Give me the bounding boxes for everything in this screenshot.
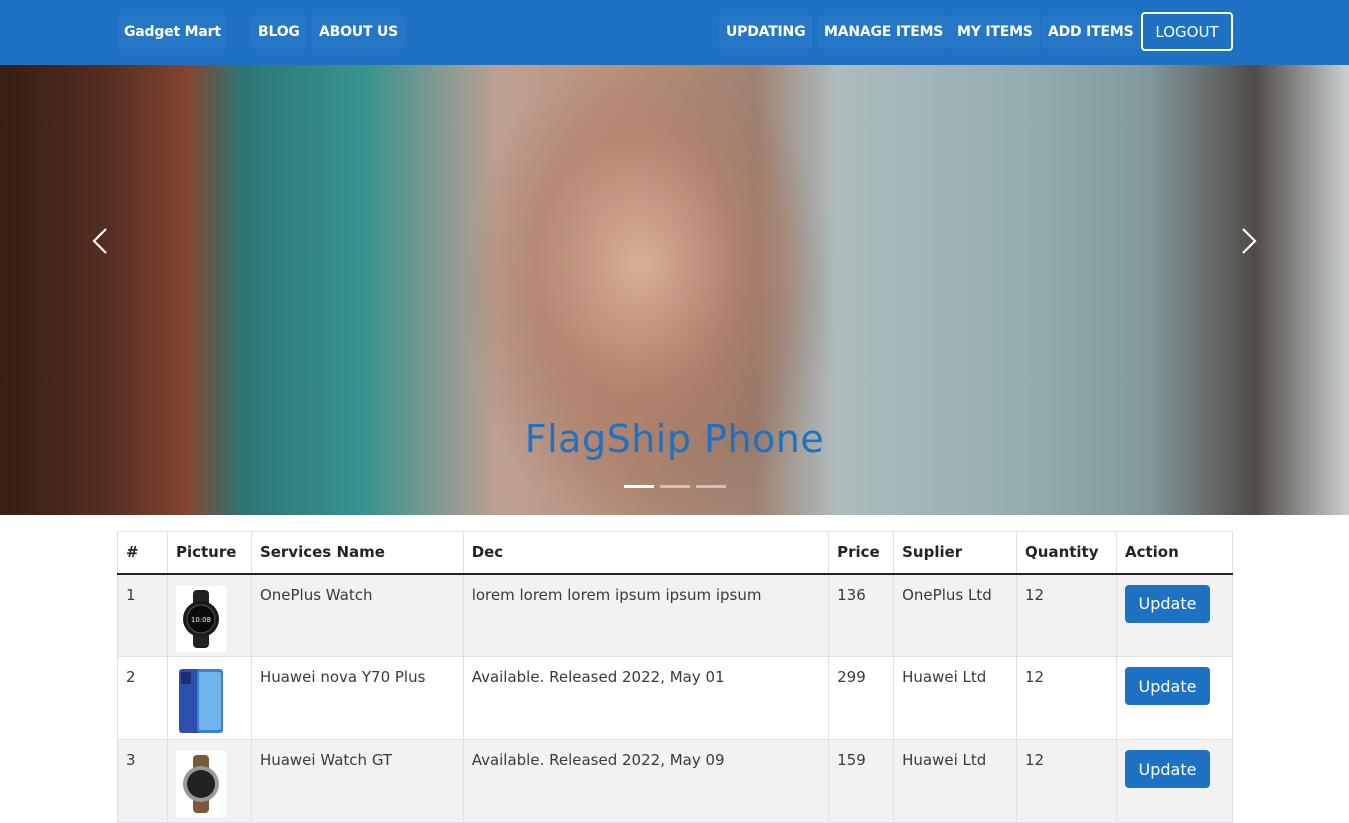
cell-services-name: Huawei nova Y70 Plus: [250, 656, 464, 740]
header-action: Action: [1115, 531, 1234, 575]
navbar: Gadget Mart BLOG ABOUT US UPDATING MANAG…: [0, 0, 1349, 65]
cell-services-name: Huawei Watch GT: [250, 739, 464, 823]
nav-link-manage-items[interactable]: MANAGE ITEMS: [817, 15, 951, 49]
update-button[interactable]: Update: [1124, 667, 1210, 705]
nav-link-about-us[interactable]: ABOUT US: [312, 15, 406, 49]
table-row: 3 Huawei Watch GT Available. Released 20…: [117, 739, 1234, 823]
header-number: #: [117, 531, 168, 575]
cell-quantity: 12: [1016, 656, 1117, 740]
header-picture: Picture: [166, 531, 252, 575]
hero-carousel: FlagShip Phone: [0, 65, 1349, 515]
carousel-indicator-3[interactable]: [696, 485, 726, 488]
header-services-name: Services Name: [250, 531, 464, 575]
cell-dec: Available. Released 2022, May 01: [462, 656, 830, 740]
items-table: # Picture Services Name Dec Price Suplie…: [117, 531, 1234, 823]
header-dec: Dec: [462, 531, 830, 575]
hero-caption: FlagShip Phone: [524, 417, 825, 461]
chevron-left-icon: [92, 228, 107, 254]
carousel-indicators: [624, 485, 726, 488]
header-quantity: Quantity: [1016, 531, 1117, 575]
table-row: 1 10:08 OnePlus Watch lorem lorem lorem …: [117, 573, 1234, 657]
nav-link-add-items[interactable]: ADD ITEMS: [1041, 15, 1141, 49]
carousel-indicator-2[interactable]: [660, 485, 690, 488]
carousel-indicator-1[interactable]: [624, 485, 654, 488]
nav-link-my-items[interactable]: MY ITEMS: [950, 15, 1040, 49]
cell-picture: [166, 739, 252, 823]
cell-quantity: 12: [1016, 739, 1117, 823]
nav-link-blog[interactable]: BLOG: [251, 15, 307, 49]
cell-price: 299: [828, 656, 895, 740]
cell-action: Update: [1115, 573, 1234, 657]
cell-dec: Available. Released 2022, May 09: [462, 739, 830, 823]
cell-supplier: Huawei Ltd: [893, 739, 1018, 823]
brand-link[interactable]: Gadget Mart: [117, 15, 227, 49]
smartwatch-image: 10:08: [175, 585, 226, 652]
header-supplier: Suplier: [893, 531, 1018, 575]
header-price: Price: [828, 531, 895, 575]
update-button[interactable]: Update: [1124, 584, 1210, 623]
cell-dec: lorem lorem lorem ipsum ipsum ipsum: [462, 573, 830, 657]
smartwatch-image: [175, 751, 226, 817]
cell-picture: [166, 656, 252, 740]
table-row: 2 Huawei nova Y70 Plus Available. Releas…: [117, 656, 1234, 740]
chevron-right-icon: [1242, 228, 1257, 254]
cell-number: 1: [117, 573, 168, 657]
cell-number: 3: [117, 739, 168, 823]
cell-supplier: Huawei Ltd: [893, 656, 1018, 740]
cell-action: Update: [1115, 656, 1234, 740]
cell-action: Update: [1115, 739, 1234, 823]
cell-price: 136: [828, 573, 895, 657]
logout-button[interactable]: LOGOUT: [1141, 12, 1233, 51]
cell-price: 159: [828, 739, 895, 823]
cell-supplier: OnePlus Ltd: [893, 573, 1018, 657]
smartphone-image: [175, 668, 226, 734]
cell-number: 2: [117, 656, 168, 740]
carousel-next-button[interactable]: [1233, 223, 1263, 259]
svg-text:10:08: 10:08: [191, 616, 211, 624]
carousel-prev-button[interactable]: [86, 223, 116, 259]
nav-link-updating[interactable]: UPDATING: [719, 15, 813, 49]
cell-services-name: OnePlus Watch: [250, 573, 464, 657]
update-button[interactable]: Update: [1124, 750, 1210, 788]
items-table-wrapper: # Picture Services Name Dec Price Suplie…: [117, 531, 1234, 823]
cell-picture: 10:08: [166, 573, 252, 657]
cell-quantity: 12: [1016, 573, 1117, 657]
table-header-row: # Picture Services Name Dec Price Suplie…: [117, 531, 1234, 575]
